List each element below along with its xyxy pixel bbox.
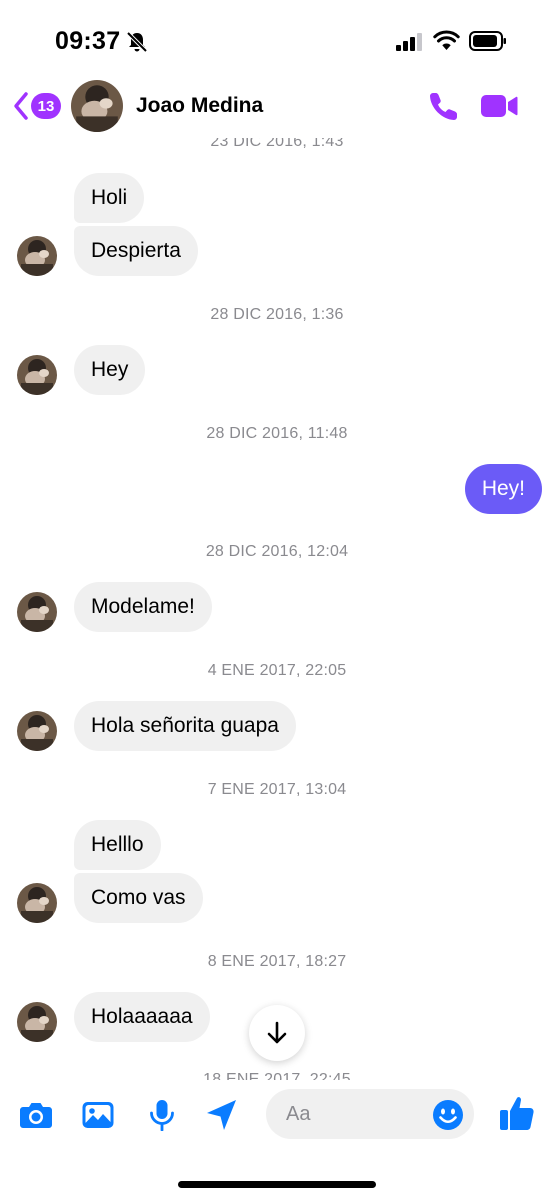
chevron-left-icon [14,92,28,120]
timestamp: 28 DIC 2016, 12:04 [205,543,349,560]
received-message[interactable]: Despierta [74,226,198,276]
location-icon[interactable] [204,1099,238,1131]
received-message[interactable]: Holaaaaaa [74,992,210,1042]
timestamp: 8 ENE 2017, 18:27 [207,953,347,970]
sender-avatar[interactable] [17,236,57,276]
microphone-icon[interactable] [145,1099,179,1131]
gallery-icon[interactable] [81,1099,115,1131]
sender-avatar[interactable] [17,883,57,923]
emoji-icon[interactable] [432,1099,464,1131]
timestamp: 28 DIC 2016, 11:48 [206,425,348,442]
sender-avatar[interactable] [17,592,57,632]
unread-count-badge: 13 [31,93,61,119]
cellular-signal-icon [396,33,422,51]
sent-message[interactable]: Hey! [464,464,542,514]
sender-avatar[interactable] [17,1002,57,1042]
received-message[interactable]: Como vas [74,873,203,923]
arrow-down-icon [267,1021,287,1044]
status-time: 09:37 [55,27,121,55]
wifi-icon [433,30,460,50]
message-list[interactable]: 23 DIC 2016, 1:43 Holi Despierta 28 DIC … [0,130,554,1080]
home-indicator [178,1181,376,1188]
sender-avatar[interactable] [17,711,57,751]
video-call-icon[interactable] [480,92,518,120]
scroll-to-bottom-button[interactable] [249,1005,305,1061]
contact-name[interactable]: Joao Medina [136,94,263,118]
sender-avatar[interactable] [17,355,57,395]
status-bar: 09:37 [0,0,554,80]
received-message[interactable]: Hey [74,345,146,395]
timestamp: 28 DIC 2016, 1:36 [210,306,344,323]
timestamp: 4 ENE 2017, 22:05 [207,662,347,679]
received-message[interactable]: Modelame! [74,582,212,632]
bell-muted-icon [126,31,148,53]
received-message[interactable]: Holi [74,173,145,223]
chat-header: 13 Joao Medina [0,78,554,138]
received-message[interactable]: Hola señorita guapa [74,701,296,751]
timestamp: 7 ENE 2017, 13:04 [207,781,347,798]
contact-avatar[interactable] [71,80,123,132]
thumbs-up-icon[interactable] [498,1095,536,1133]
battery-icon [469,31,506,51]
camera-icon[interactable] [19,1099,53,1131]
message-composer [0,1085,554,1145]
back-button[interactable]: 13 [12,90,61,122]
timestamp: 18 ENE 2017, 22:45 [203,1071,351,1080]
phone-icon[interactable] [428,90,460,122]
received-message[interactable]: Helllo [74,820,161,870]
